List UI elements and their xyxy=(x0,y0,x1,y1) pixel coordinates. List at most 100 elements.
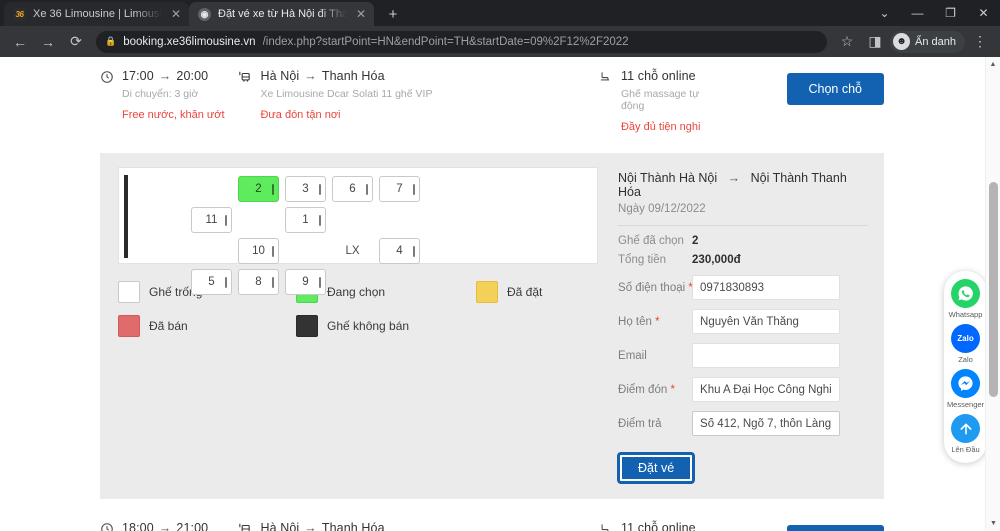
seat-8[interactable]: 8 xyxy=(238,269,279,295)
seat-7[interactable]: 7 xyxy=(379,176,420,202)
pickup-service: Đưa đón tận nơi xyxy=(260,109,341,121)
trip-seats-column: 11 chỗ online Ghế massage tự động Đầy đủ… xyxy=(598,69,721,133)
seat-2[interactable]: 2 xyxy=(238,176,279,202)
required-asterisk: * xyxy=(667,383,675,396)
trip-route-column: Hà Nội → Thanh Hóa Xe Limousine Dcar Solat… xyxy=(237,69,598,121)
incognito-label: Ẩn danh xyxy=(915,35,956,48)
legend-item-sold: Đã bán xyxy=(118,315,296,337)
messenger-label: Messenger xyxy=(946,400,985,409)
legend-row: Đã bán Ghế không bán xyxy=(118,315,598,337)
address-bar[interactable]: 🔒 booking.xe36limousine.vn /index.php?st… xyxy=(96,30,828,53)
star-icon[interactable]: ☆ xyxy=(834,29,860,55)
depart-time: 17:00 xyxy=(122,69,154,83)
seat-11[interactable]: 11 xyxy=(191,207,232,233)
tab-title: Đặt vé xe từ Hà Nội đi Thanh Hó xyxy=(218,8,347,20)
back-to-top-button[interactable]: Lên Đầu xyxy=(951,414,980,454)
email-input[interactable] xyxy=(692,343,841,368)
seat-1[interactable]: 1 xyxy=(285,207,326,233)
route-to: Thanh Hóa xyxy=(321,521,385,531)
legend-swatch xyxy=(118,315,140,337)
arrow-icon: → xyxy=(158,69,172,83)
legend-label: Đã bán xyxy=(149,319,188,333)
trip-seats-column: 11 chỗ online Ghế massage tự động Đầy đủ… xyxy=(598,521,721,531)
back-to-top-label: Lên Đầu xyxy=(951,445,980,454)
book-ticket-button[interactable]: Đặt vé xyxy=(618,453,695,483)
new-tab-button[interactable]: + xyxy=(380,2,406,26)
seat-availability: 11 chỗ online xyxy=(620,69,696,83)
total-price-value: 230,000đ xyxy=(692,254,741,266)
window-controls: ⌄ — ❐ ✕ xyxy=(868,0,1000,26)
tab-close-icon[interactable]: ✕ xyxy=(169,7,183,21)
browser-tab-1[interactable]: 36 Xe 36 Limousine | Limousine Tha ✕ xyxy=(4,2,189,26)
tab-search-chevron-down-icon[interactable]: ⌄ xyxy=(868,0,901,26)
legend-label: Ghế không bán xyxy=(327,319,410,333)
amenity-note: Đầy đủ tiện nghi xyxy=(620,121,701,133)
bus-icon xyxy=(237,69,252,121)
seat-selection-area: 2 3 6 7 11 1 10 LX 4 5 8 9 Ghế trống Đan… xyxy=(118,167,599,483)
selected-seat-summary: Ghế đã chọn 2 xyxy=(618,235,868,247)
route-from: Hà Nội xyxy=(260,521,300,531)
browser-toolbar: ← → ⟳ 🔒 booking.xe36limousine.vn /index.… xyxy=(0,26,1000,57)
dropoff-input[interactable] xyxy=(692,411,841,436)
reload-icon[interactable]: ⟳ xyxy=(63,29,89,55)
arrow-icon: → xyxy=(304,521,317,531)
trip-row: 17:00 → 20:00 Di chuyển: 3 giờ Free nước, … xyxy=(100,57,885,143)
fullname-input[interactable] xyxy=(692,309,841,334)
seat-blank xyxy=(332,207,373,233)
tab-close-icon[interactable]: ✕ xyxy=(354,7,368,21)
trip-perk: Free nước, khăn ướt xyxy=(122,109,225,121)
clock-icon xyxy=(100,69,115,121)
total-price-summary: Tổng tiền 230,000đ xyxy=(618,254,868,266)
summary-from: Nội Thành Hà Nội xyxy=(618,171,718,185)
messenger-button[interactable]: Messenger xyxy=(947,369,984,409)
pickup-input[interactable] xyxy=(692,377,841,402)
scroll-down-icon[interactable]: ▼ xyxy=(986,516,1000,531)
passenger-form: Số điện thoại * Họ tên * Email Điểm xyxy=(618,275,868,483)
incognito-hat-icon: ☻ xyxy=(893,33,911,50)
seat-3[interactable]: 3 xyxy=(285,176,326,202)
forward-arrow-icon[interactable]: → xyxy=(35,29,61,55)
seat-icon xyxy=(598,69,613,133)
trip-duration: Di chuyển: 3 giờ xyxy=(122,88,199,100)
seat-6[interactable]: 6 xyxy=(332,176,373,202)
arrow-icon: → xyxy=(727,171,741,185)
seat-icon xyxy=(598,521,613,531)
seat-map: 2 3 6 7 11 1 10 LX 4 5 8 9 xyxy=(118,167,599,295)
vehicle-type: Xe Limousine Dcar Solati 11 ghế VIP xyxy=(260,88,433,100)
whatsapp-button[interactable]: Whatsapp xyxy=(948,279,983,319)
incognito-badge[interactable]: ☻ Ẩn danh xyxy=(890,30,965,53)
back-arrow-icon[interactable]: ← xyxy=(7,29,33,55)
vertical-scrollbar[interactable]: ▲ ▼ xyxy=(985,57,1000,531)
browser-tab-2[interactable]: ◉ Đặt vé xe từ Hà Nội đi Thanh Hó ✕ xyxy=(189,2,374,26)
globe-icon: ◉ xyxy=(198,7,211,21)
minimize-icon[interactable]: — xyxy=(901,0,934,26)
whatsapp-label: Whatsapp xyxy=(948,310,983,319)
url-domain: booking.xe36limousine.vn xyxy=(123,35,256,48)
tab-strip: 36 Xe 36 Limousine | Limousine Tha ✕ ◉ Đ… xyxy=(0,0,1000,26)
arrive-time: 21:00 xyxy=(176,521,209,531)
booking-panel: 2 3 6 7 11 1 10 LX 4 5 8 9 Ghế trống Đan… xyxy=(100,153,884,499)
email-label: Email xyxy=(618,349,647,362)
scrollbar-thumb[interactable] xyxy=(989,182,998,397)
whatsapp-icon xyxy=(951,279,980,308)
seat-9[interactable]: 9 xyxy=(285,269,326,295)
form-row-phone: Số điện thoại * xyxy=(618,275,868,300)
form-row-fullname: Họ tên * xyxy=(618,309,868,334)
close-window-icon[interactable]: ✕ xyxy=(967,0,1000,26)
select-seat-button[interactable]: Chọn chỗ xyxy=(786,525,885,531)
phone-input[interactable] xyxy=(692,275,841,300)
scroll-up-icon[interactable]: ▲ xyxy=(986,57,1000,72)
select-seat-button[interactable]: Chọn chỗ xyxy=(786,73,885,105)
floating-contact-widget: Whatsapp Zalo Zalo Messenger Lên Đầu xyxy=(944,271,987,463)
seat-5[interactable]: 5 xyxy=(191,269,232,295)
side-panel-icon[interactable]: ◨ xyxy=(862,29,888,55)
route-to: Thanh Hóa xyxy=(321,69,385,83)
arrow-icon: → xyxy=(158,521,172,531)
bus-icon xyxy=(237,521,252,531)
zalo-button[interactable]: Zalo Zalo xyxy=(951,324,980,364)
seat-note: Ghế massage tự động xyxy=(620,88,700,112)
maximize-icon[interactable]: ❐ xyxy=(934,0,967,26)
seat-10[interactable]: 10 xyxy=(238,238,279,264)
three-dots-icon[interactable]: ⋮ xyxy=(967,29,993,55)
seat-4[interactable]: 4 xyxy=(379,238,420,264)
